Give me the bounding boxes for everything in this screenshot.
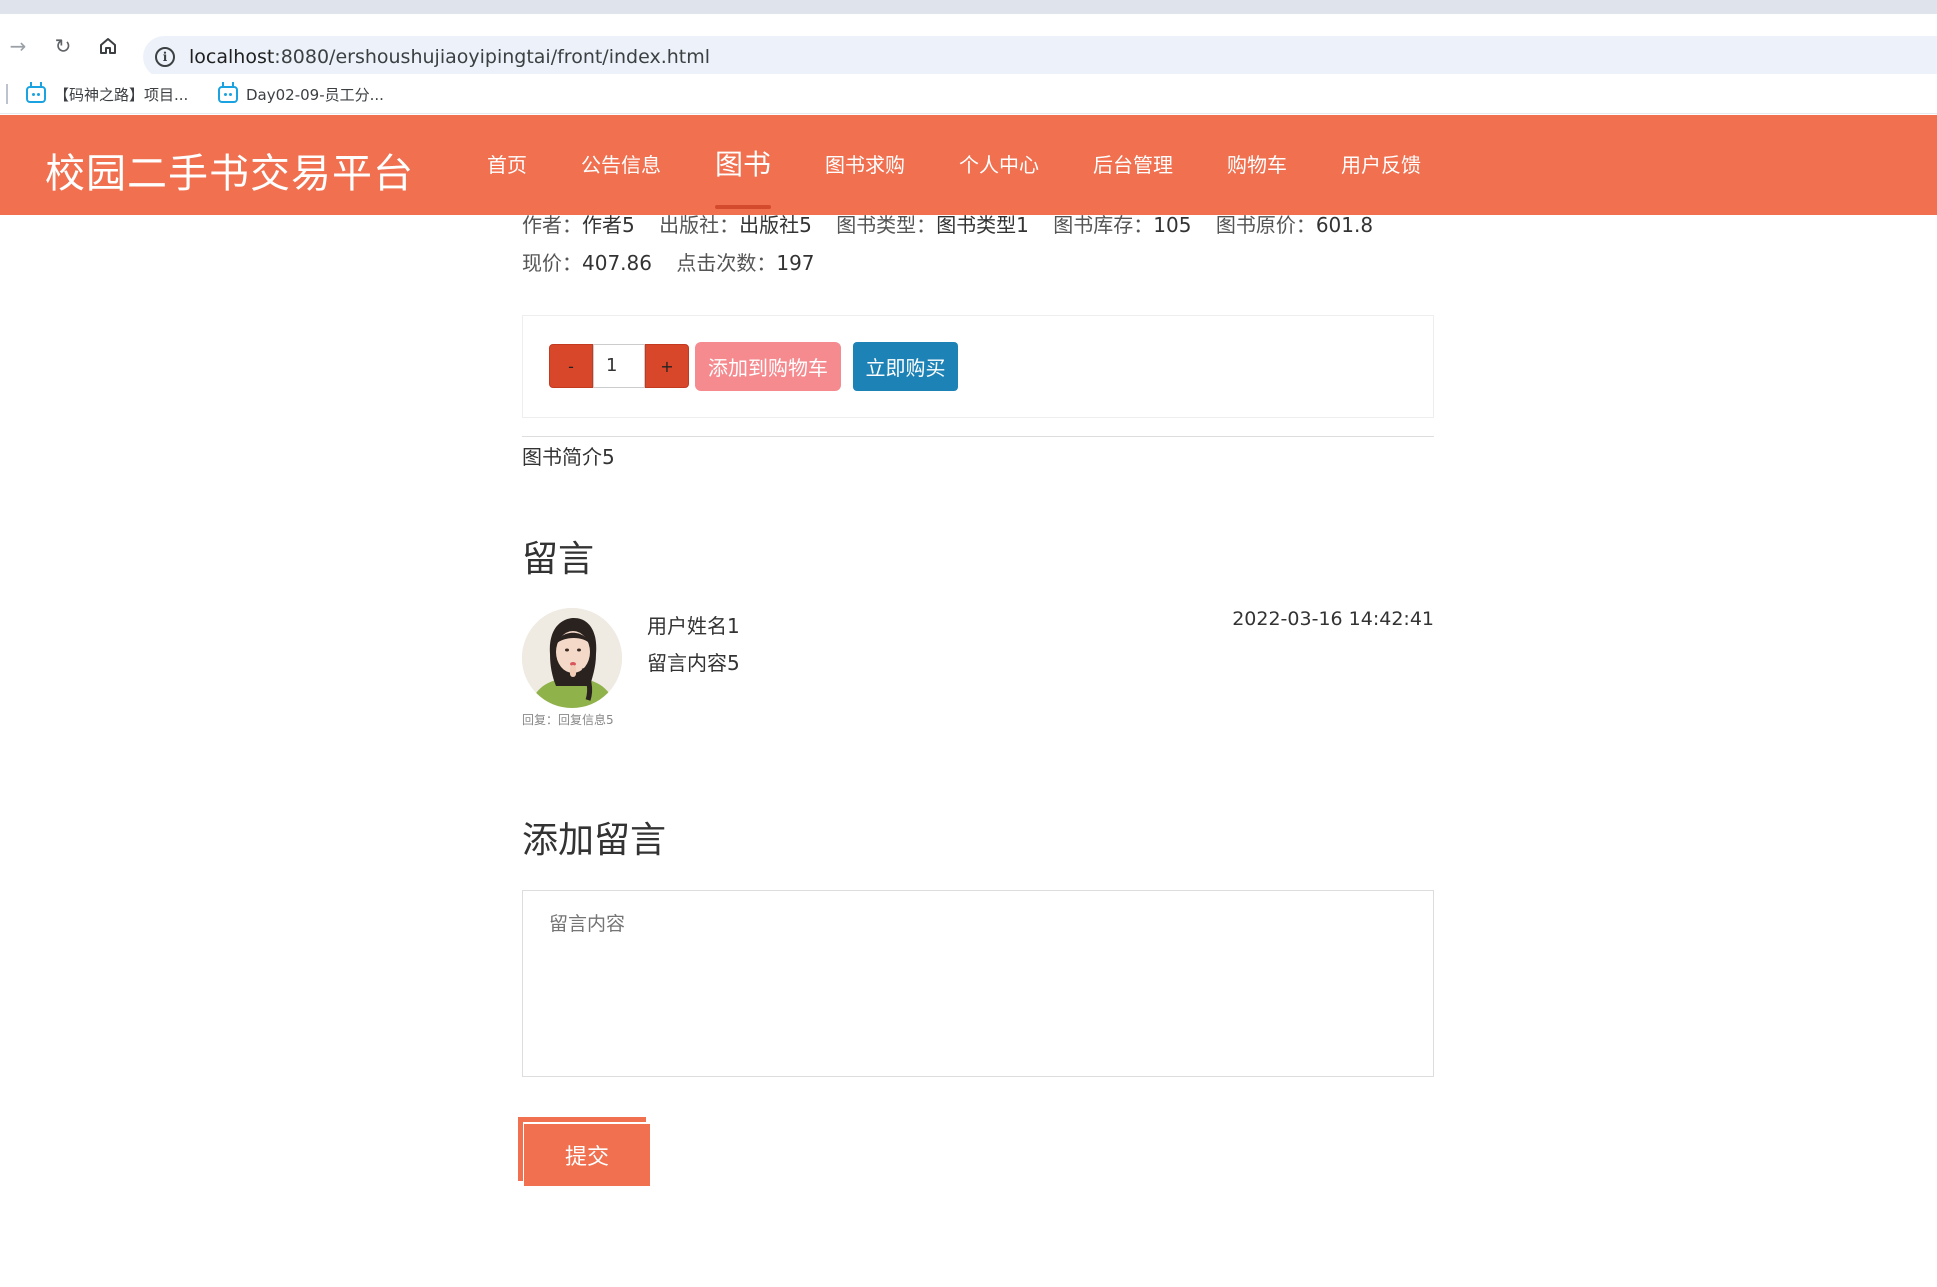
bookmark-item[interactable]: 【码神之路】项目...: [26, 82, 189, 105]
author-label: 作者：: [522, 213, 582, 237]
stock-value: 105: [1153, 213, 1192, 237]
divider: [522, 436, 1434, 437]
price-label: 现价：: [522, 251, 582, 275]
url-text: localhost:8080/ershoushujiaoyipingtai/fr…: [189, 46, 710, 68]
bilibili-icon: [218, 82, 238, 103]
submit-button-wrapper: 提交: [518, 1117, 650, 1187]
comment-timestamp: 2022-03-16 14:42:41: [1232, 608, 1434, 630]
bilibili-icon: [26, 82, 46, 103]
nav-admin[interactable]: 后台管理: [1066, 115, 1200, 215]
browser-toolbar: → ↻ i localhost:8080/ershoushujiaoyiping…: [0, 14, 1937, 78]
add-comment-title: 添加留言: [522, 820, 667, 861]
buy-now-button[interactable]: 立即购买: [853, 342, 958, 391]
comment-content: 留言内容5: [647, 651, 740, 675]
book-intro: 图书简介5: [522, 445, 615, 469]
reload-icon[interactable]: ↻: [49, 32, 77, 60]
nav-book-requests[interactable]: 图书求购: [798, 115, 932, 215]
site-info-icon[interactable]: i: [155, 47, 175, 67]
original-price-label: 图书原价：: [1215, 213, 1316, 237]
stock-label: 图书库存：: [1053, 213, 1154, 237]
forward-icon[interactable]: →: [4, 32, 32, 60]
clicks-label: 点击次数：: [676, 251, 777, 275]
bookmarks-separator: [6, 84, 8, 104]
bookmark-label: 【码神之路】项目...: [54, 86, 189, 104]
nav-notices[interactable]: 公告信息: [554, 115, 688, 215]
quantity-decrease-button[interactable]: -: [549, 344, 593, 388]
nav-feedback[interactable]: 用户反馈: [1314, 115, 1448, 215]
type-value: 图书类型1: [936, 213, 1029, 237]
browser-tabstrip: [0, 0, 1937, 14]
address-bar[interactable]: i localhost:8080/ershoushujiaoyipingtai/…: [143, 36, 1937, 78]
nav-cart[interactable]: 购物车: [1200, 115, 1314, 215]
comment-input[interactable]: [522, 890, 1434, 1077]
purchase-box: - 1 + 添加到购物车 立即购买: [522, 315, 1434, 418]
comments-title: 留言: [522, 539, 595, 580]
bookmark-label: Day02-09-员工分...: [246, 86, 384, 104]
main-nav: 首页 公告信息 图书 图书求购 个人中心 后台管理 购物车 用户反馈: [460, 115, 1448, 215]
publisher-label: 出版社：: [659, 213, 740, 237]
original-price-value: 601.8: [1315, 213, 1374, 237]
price-value: 407.86: [582, 251, 652, 275]
url-host: localhost: [189, 46, 275, 68]
avatar: [522, 608, 622, 708]
nav-home[interactable]: 首页: [460, 115, 554, 215]
nav-books[interactable]: 图书: [688, 115, 798, 215]
bookmark-item[interactable]: Day02-09-员工分...: [218, 82, 384, 105]
site-header: 校园二手书交易平台 首页 公告信息 图书 图书求购 个人中心 后台管理 购物车 …: [0, 115, 1937, 215]
quantity-input[interactable]: 1: [593, 344, 645, 388]
url-path: :8080/ershoushujiaoyipingtai/front/index…: [274, 46, 711, 68]
book-price-line: 现价：407.86 点击次数：197: [522, 247, 833, 276]
quantity-increase-button[interactable]: +: [645, 344, 689, 388]
site-title[interactable]: 校园二手书交易平台: [45, 141, 414, 199]
comment-reply: 回复：回复信息5: [522, 713, 614, 727]
comment-username: 用户姓名1: [647, 614, 740, 638]
publisher-value: 出版社5: [739, 213, 812, 237]
add-to-cart-button[interactable]: 添加到购物车: [695, 342, 841, 391]
bookmarks-bar: 【码神之路】项目... Day02-09-员工分...: [0, 74, 1937, 114]
clicks-value: 197: [776, 251, 815, 275]
type-label: 图书类型：: [836, 213, 937, 237]
author-value: 作者5: [582, 213, 635, 237]
nav-personal-center[interactable]: 个人中心: [932, 115, 1066, 215]
home-icon[interactable]: [94, 32, 122, 60]
submit-button[interactable]: 提交: [524, 1124, 650, 1186]
